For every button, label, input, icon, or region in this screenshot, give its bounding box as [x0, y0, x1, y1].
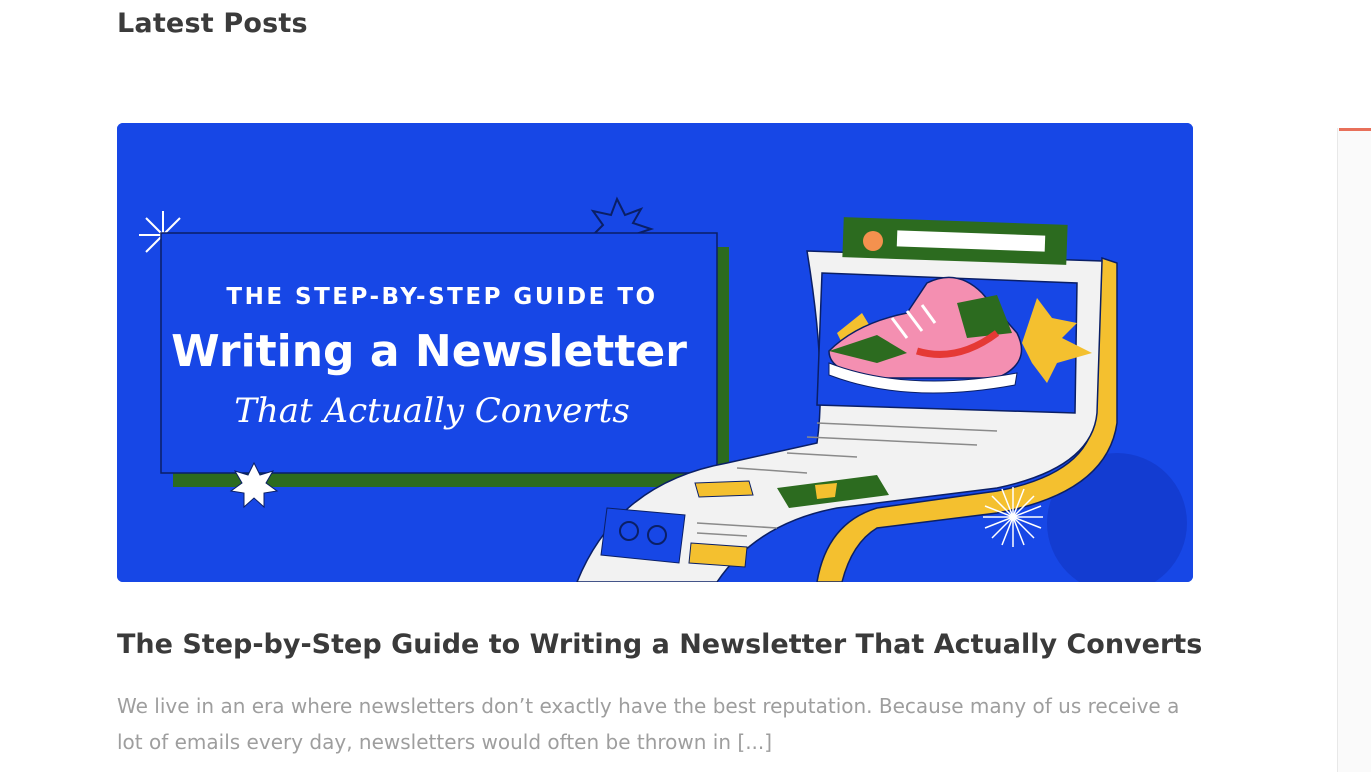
post-title-link[interactable]: The Step-by-Step Guide to Writing a News… [117, 629, 1202, 660]
post-excerpt: We live in an era where newsletters don’… [117, 694, 1180, 754]
hero-line-2: Writing a Newsletter [171, 326, 687, 377]
hero-line-3: That Actually Converts [234, 391, 630, 431]
section-title: Latest Posts [117, 8, 308, 39]
blog-page: Latest Posts THE STEP-BY-STEP GUIDE TO W… [0, 0, 1371, 772]
hero-line-1: THE STEP-BY-STEP GUIDE TO [226, 284, 657, 310]
sidebar-accent-bar [1339, 128, 1371, 131]
post-featured-image[interactable]: THE STEP-BY-STEP GUIDE TO Writing a News… [117, 123, 1193, 582]
newsletter-illustration: THE STEP-BY-STEP GUIDE TO Writing a News… [117, 123, 1193, 582]
sidebar-panel [1337, 128, 1371, 772]
sparkle-burst-icon [983, 487, 1043, 547]
